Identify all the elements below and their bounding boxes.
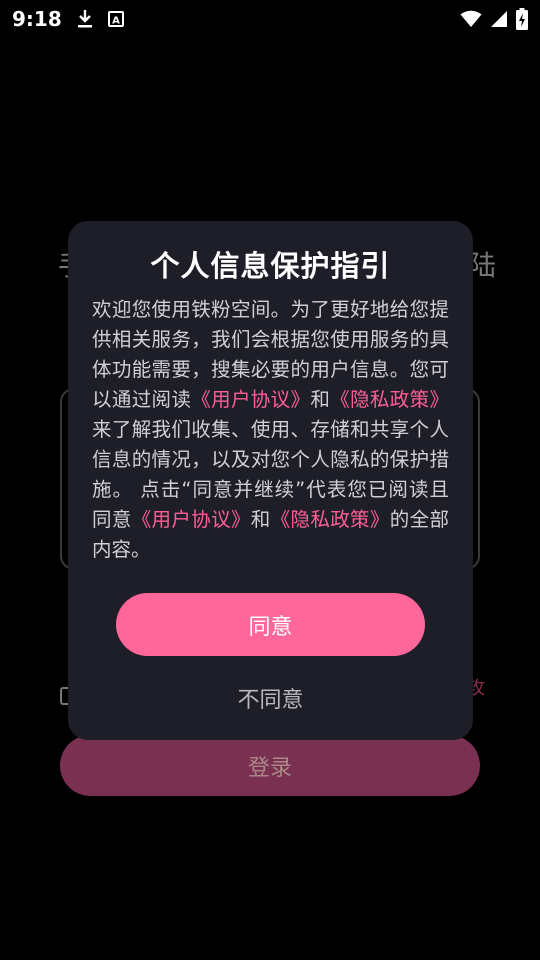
disagree-button[interactable]: 不同意 (116, 673, 425, 723)
wifi-icon (460, 10, 482, 28)
privacy-policy-link[interactable]: 《隐私政策》 (330, 388, 449, 411)
user-agreement-link-2[interactable]: 《用户协议》 (132, 508, 251, 531)
download-icon (76, 9, 94, 29)
dialog-title: 个人信息保护指引 (150, 249, 391, 283)
user-agreement-link[interactable]: 《用户协议》 (191, 388, 310, 411)
agree-button[interactable]: 同意 (116, 593, 425, 656)
svg-text:A: A (112, 16, 120, 27)
status-time: 9:18 (12, 7, 62, 31)
login-button: 登录 (60, 735, 480, 796)
dialog-body: 欢迎您使用铁粉空间。为了更好地给您提供相关服务，我们会根据您使用服务的具体功能需… (92, 295, 449, 565)
body-text: 和 (250, 508, 271, 531)
privacy-policy-link-2[interactable]: 《隐私政策》 (271, 508, 390, 531)
privacy-dialog: 个人信息保护指引 欢迎您使用铁粉空间。为了更好地给您提供相关服务，我们会根据您使… (68, 221, 473, 740)
battery-charging-icon (516, 8, 528, 30)
body-text: 和 (310, 388, 331, 411)
signal-icon (490, 10, 508, 28)
text-notification-icon: A (107, 11, 124, 27)
status-bar: 9:18 A (0, 0, 540, 38)
